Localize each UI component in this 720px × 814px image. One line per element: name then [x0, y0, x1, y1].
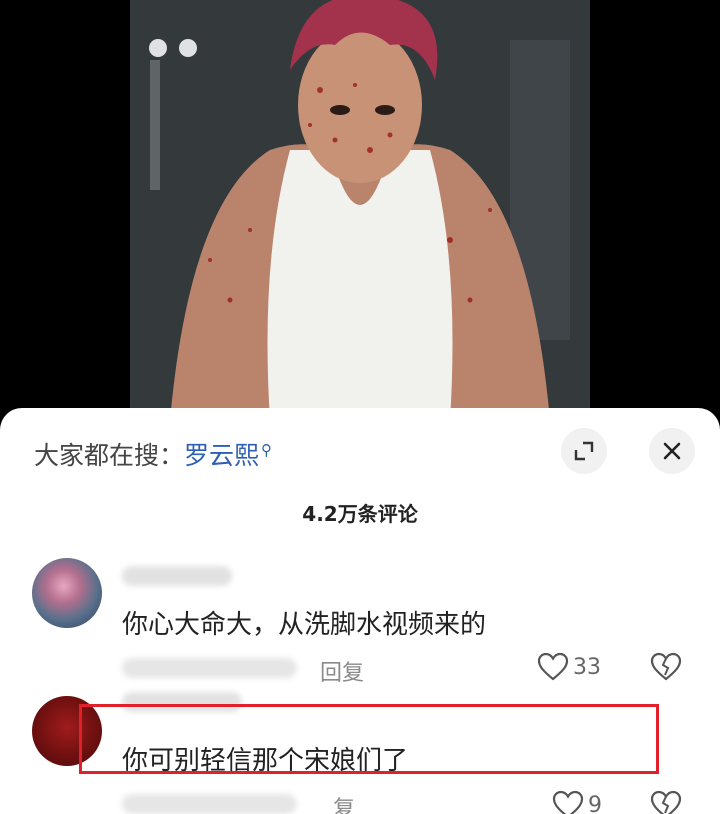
- comment-count-title: 4.2万条评论: [302, 502, 418, 526]
- heart-icon: [552, 790, 584, 814]
- trending-search-prefix: 大家都在搜：: [34, 441, 185, 470]
- like-count: 33: [573, 654, 601, 680]
- like-button[interactable]: 33: [537, 652, 601, 682]
- dislike-button[interactable]: [650, 790, 682, 814]
- heart-icon: [537, 652, 569, 681]
- comment-meta-blurred: [122, 794, 297, 814]
- like-count: 9: [588, 792, 602, 814]
- post-image-area: [0, 0, 720, 420]
- broken-heart-icon: [650, 790, 682, 814]
- username-blurred[interactable]: [122, 566, 232, 586]
- reply-button[interactable]: 复: [333, 791, 355, 814]
- comment-meta-blurred: [122, 658, 297, 678]
- search-icon: ⚲: [261, 440, 273, 459]
- dislike-button[interactable]: [650, 652, 682, 686]
- close-icon: [663, 442, 681, 460]
- post-photo[interactable]: [130, 0, 590, 420]
- avatar[interactable]: [32, 558, 102, 628]
- trending-search[interactable]: 大家都在搜：罗云熙 ⚲: [34, 436, 272, 472]
- highlight-box: [79, 704, 659, 774]
- broken-heart-icon: [650, 652, 682, 681]
- expand-button[interactable]: [561, 428, 607, 474]
- trending-search-term[interactable]: 罗云熙: [184, 441, 259, 470]
- like-button[interactable]: 9: [552, 790, 602, 814]
- reply-button[interactable]: 回复: [320, 655, 364, 687]
- close-button[interactable]: [649, 428, 695, 474]
- comment-text: 你心大命大，从洗脚水视频来的: [122, 610, 487, 640]
- expand-icon: [574, 441, 594, 461]
